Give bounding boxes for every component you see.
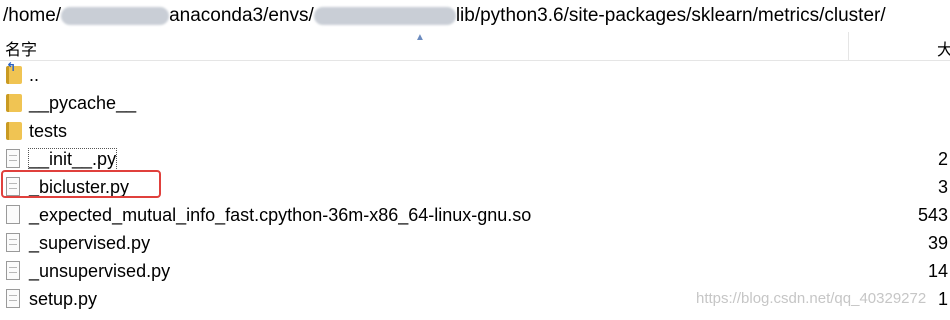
file-name: __init__.py: [27, 147, 118, 171]
file-size: 543: [917, 204, 948, 225]
folder-icon: [6, 92, 24, 114]
file-name: _expected_mutual_info_fast.cpython-36m-x…: [29, 204, 532, 225]
path-bar[interactable]: /home/ anaconda3/envs/ lib/python3.6/sit…: [0, 0, 950, 33]
watermark: https://blog.csdn.net/qq_40329272: [696, 290, 927, 307]
text-file-icon: [6, 148, 24, 170]
file-name: setup.py: [29, 288, 98, 309]
text-file-icon: [6, 260, 24, 282]
folder-icon: [6, 120, 24, 142]
parent-folder-icon: ↰: [6, 60, 24, 86]
file-name: tests: [29, 120, 68, 141]
column-divider[interactable]: [848, 32, 849, 60]
column-header: 名字 ▲ 大: [0, 32, 950, 61]
list-item-init[interactable]: __init__.py 2: [0, 145, 950, 173]
list-item-supervised[interactable]: _supervised.py 39: [0, 229, 950, 257]
file-size: 1: [937, 288, 948, 309]
binary-file-icon: [6, 204, 24, 226]
list-item-unsupervised[interactable]: _unsupervised.py 14: [0, 257, 950, 285]
path-home: /home/: [3, 5, 62, 26]
file-size: 2: [937, 148, 948, 169]
list-item-pycache[interactable]: __pycache__: [0, 89, 950, 117]
list-item-expected-mutual-info[interactable]: _expected_mutual_info_fast.cpython-36m-x…: [0, 201, 950, 229]
text-file-icon: [6, 288, 24, 310]
text-file-icon: [6, 232, 24, 254]
file-name: __pycache__: [29, 92, 137, 113]
file-name: _supervised.py: [29, 232, 151, 253]
list-item-tests[interactable]: tests: [0, 117, 950, 145]
highlight-box: [1, 170, 161, 198]
redacted-username: [61, 7, 170, 25]
file-size: 3: [937, 176, 948, 197]
redacted-env-name: [313, 7, 456, 25]
path-anaconda: anaconda3/envs/: [169, 5, 314, 26]
sort-ascending-icon: ▲: [415, 32, 425, 43]
column-size-header[interactable]: 大: [937, 36, 950, 60]
path-rest: lib/python3.6/site-packages/sklearn/metr…: [455, 5, 886, 26]
file-size: 39: [927, 232, 948, 253]
column-name-header[interactable]: 名字: [5, 36, 37, 60]
file-name: _unsupervised.py: [29, 260, 171, 281]
file-name: ..: [29, 64, 40, 85]
list-item-parent[interactable]: ↰ ..: [0, 60, 950, 89]
file-size: 14: [927, 260, 948, 281]
